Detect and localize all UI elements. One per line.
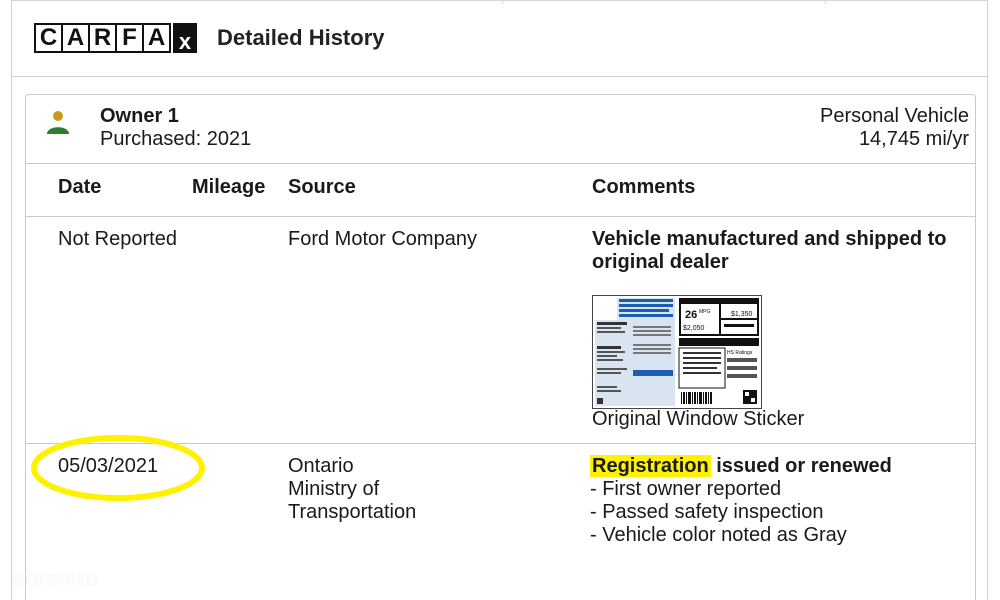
row-date: Not Reported [58, 228, 177, 250]
watermark: otomoto [12, 568, 99, 590]
logo-letter: A [63, 25, 88, 51]
logo-x: x [173, 23, 197, 53]
window-sticker-thumbnail[interactable]: 26 MPG $2,050 $1,350 HS Ratings [592, 295, 762, 409]
vehicle-use-type: Personal Vehicle [820, 105, 969, 127]
sticker-price-left: $2,050 [683, 325, 705, 332]
page-title: Detailed History [217, 25, 385, 50]
logo-letter: F [117, 25, 142, 51]
row-comment-title: Vehicle manufactured and shipped to orig… [592, 228, 947, 273]
person-icon [47, 111, 69, 134]
column-header-source: Source [288, 176, 356, 198]
comment-item: - First owner reported [590, 478, 782, 500]
comment-item: - Vehicle color noted as Gray [590, 524, 847, 546]
sticker-mpg-unit: MPG [699, 309, 711, 315]
sticker-ratings-label: HS Ratings [727, 350, 753, 356]
header-divider [26, 216, 975, 217]
source-line: Transportation [288, 501, 417, 523]
row-comments: Registration issued or renewed - First o… [590, 455, 970, 547]
comment-title-rest: issued or renewed [710, 455, 892, 477]
owner-purchase-year: Purchased: 2021 [100, 128, 252, 150]
row-source: Ford Motor Company [288, 228, 477, 250]
report-panel: C A R F A x Detailed History Owner 1 Pur… [11, 0, 988, 600]
date-circle-annotation [31, 435, 205, 501]
comment-item: - Passed safety inspection [590, 501, 824, 523]
column-header-comments: Comments [592, 176, 696, 198]
source-line: Ontario [288, 455, 354, 477]
logo-letter: C [36, 25, 61, 51]
column-header-mileage: Mileage [192, 176, 266, 198]
sticker-mpg: 26 [685, 309, 697, 321]
carfax-logo: C A R F A x [34, 23, 197, 53]
row-comment-title: Registration issued or renewed [590, 455, 970, 478]
vehicle-annual-mileage: 14,745 mi/yr [858, 128, 969, 150]
registration-highlight: Registration [590, 455, 711, 477]
report-header: C A R F A x Detailed History [12, 0, 987, 77]
sticker-price-top: $1,350 [731, 311, 753, 318]
logo-letter: A [144, 25, 169, 51]
logo-letter: R [90, 25, 115, 51]
column-header-date: Date [58, 176, 102, 198]
row-source: Ontario Ministry of Transportation [288, 455, 416, 524]
owner-history-card: Owner 1 Purchased: 2021 Personal Vehicle… [25, 94, 976, 600]
source-line: Ministry of [288, 478, 380, 500]
window-sticker-link[interactable]: Original Window Sticker [592, 408, 804, 431]
owner-summary[interactable]: Owner 1 Purchased: 2021 Personal Vehicle… [26, 95, 975, 164]
owner-name: Owner 1 [100, 105, 179, 127]
window-sticker-image: 26 MPG $2,050 $1,350 HS Ratings [593, 296, 761, 408]
